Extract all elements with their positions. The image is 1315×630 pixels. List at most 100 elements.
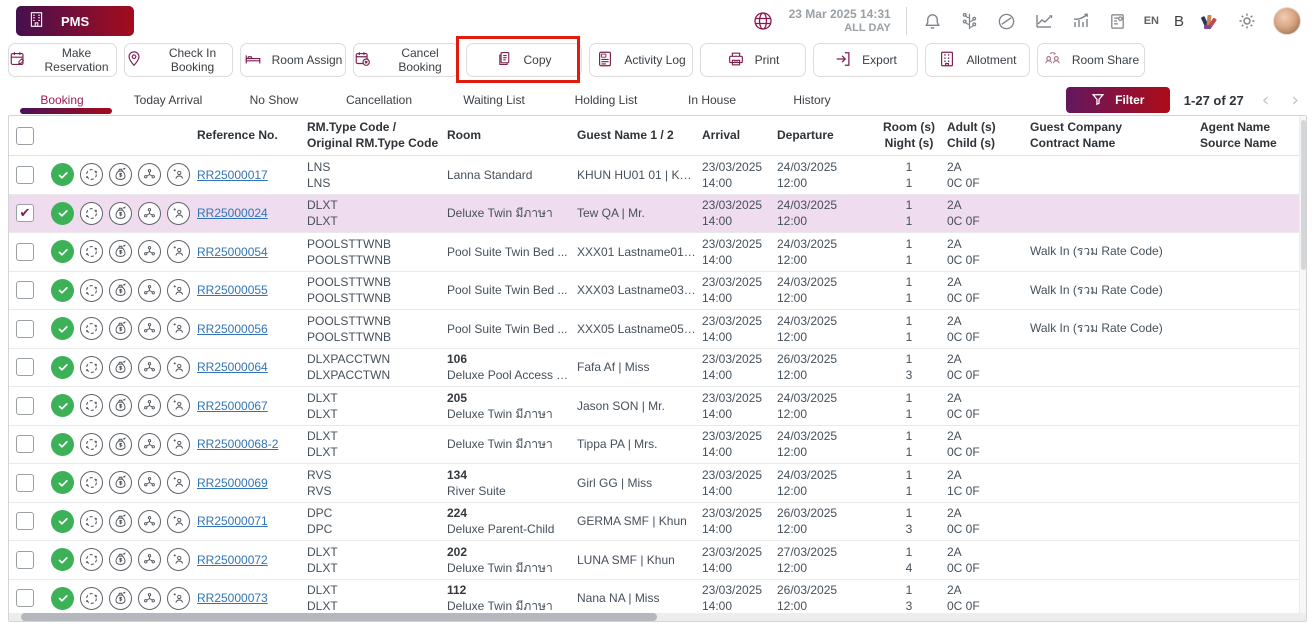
group-share-icon[interactable] (138, 471, 161, 494)
table-row[interactable]: RR25000017 LNS LNS Lanna Standard KHUN H… (9, 156, 1306, 195)
pms-home-button[interactable]: PMS (16, 6, 134, 36)
payment-money-icon[interactable] (109, 433, 132, 456)
reference-link[interactable]: RR25000073 (197, 591, 268, 605)
row-checkbox[interactable] (16, 358, 34, 376)
tab-today-arrival[interactable]: Today Arrival (108, 93, 228, 107)
group-share-icon[interactable] (138, 279, 161, 302)
row-checkbox[interactable] (16, 474, 34, 492)
bar-chart-icon[interactable] (1070, 10, 1092, 32)
row-checkbox[interactable] (16, 397, 34, 415)
row-checkbox[interactable] (16, 166, 34, 184)
pagination-prev-icon[interactable]: ‹ (1258, 91, 1274, 110)
sync-status-icon[interactable] (80, 163, 103, 186)
payment-money-icon[interactable] (109, 548, 132, 571)
group-share-icon[interactable] (138, 202, 161, 225)
table-row[interactable]: RR25000068-2 DLXT DLXT Deluxe Twin มีภาษ… (9, 426, 1306, 465)
room-assign-button[interactable]: Room Assign (240, 43, 346, 77)
table-row[interactable]: RR25000055 POOLSTTWNB POOLSTTWNB Pool Su… (9, 272, 1306, 311)
vertical-scrollbar[interactable] (1299, 116, 1306, 613)
status-confirmed-icon[interactable] (51, 240, 74, 263)
sync-status-icon[interactable] (80, 240, 103, 263)
payment-money-icon[interactable] (109, 394, 132, 417)
status-confirmed-icon[interactable] (51, 163, 74, 186)
status-confirmed-icon[interactable] (51, 548, 74, 571)
print-button[interactable]: Print (700, 43, 806, 77)
select-all-checkbox[interactable] (16, 127, 34, 145)
tab-no-show[interactable]: No Show (228, 93, 320, 107)
status-confirmed-icon[interactable] (51, 279, 74, 302)
reference-link[interactable]: RR25000054 (197, 245, 268, 259)
table-row[interactable]: RR25000024 DLXT DLXT Deluxe Twin มีภาษา … (9, 195, 1306, 234)
user-avatar[interactable] (1273, 7, 1301, 35)
vertical-scrollbar-thumb[interactable] (1301, 120, 1306, 270)
guest-assign-icon[interactable] (167, 202, 190, 225)
group-share-icon[interactable] (138, 240, 161, 263)
export-button[interactable]: Export (813, 43, 918, 77)
guest-assign-icon[interactable] (167, 279, 190, 302)
tab-waiting-list[interactable]: Waiting List (438, 93, 550, 107)
guest-assign-icon[interactable] (167, 548, 190, 571)
status-confirmed-icon[interactable] (51, 510, 74, 533)
table-row[interactable]: RR25000067 DLXT DLXT 205 Deluxe Twin มีภ… (9, 387, 1306, 426)
payment-money-icon[interactable] (109, 279, 132, 302)
sync-status-icon[interactable] (80, 202, 103, 225)
sync-status-icon[interactable] (80, 510, 103, 533)
row-checkbox[interactable] (16, 435, 34, 453)
status-confirmed-icon[interactable] (51, 394, 74, 417)
guest-assign-icon[interactable] (167, 510, 190, 533)
tab-history[interactable]: History (762, 93, 862, 107)
payment-money-icon[interactable] (109, 163, 132, 186)
copy-button[interactable]: Copy (466, 43, 582, 77)
row-checkbox[interactable] (16, 320, 34, 338)
reference-link[interactable]: RR25000017 (197, 168, 268, 182)
row-checkbox[interactable] (16, 204, 34, 222)
room-share-button[interactable]: Room Share (1037, 43, 1145, 77)
status-confirmed-icon[interactable] (51, 433, 74, 456)
guest-assign-icon[interactable] (167, 240, 190, 263)
notifications-bell-icon[interactable] (922, 10, 944, 32)
sync-status-icon[interactable] (80, 394, 103, 417)
sync-status-icon[interactable] (80, 433, 103, 456)
settings-gear-icon[interactable] (1236, 10, 1258, 32)
pagination-next-icon[interactable]: › (1287, 91, 1303, 110)
table-row[interactable]: RR25000056 POOLSTTWNB POOLSTTWNB Pool Su… (9, 310, 1306, 349)
horizontal-scrollbar[interactable] (9, 613, 1306, 621)
tab-in-house[interactable]: In House (662, 93, 762, 107)
guest-assign-icon[interactable] (167, 317, 190, 340)
tab-holding-list[interactable]: Holding List (550, 93, 662, 107)
guest-assign-icon[interactable] (167, 163, 190, 186)
group-share-icon[interactable] (138, 587, 161, 610)
network-tree-icon[interactable] (959, 10, 981, 32)
row-checkbox[interactable] (16, 512, 34, 530)
table-row[interactable]: RR25000072 DLXT DLXT 202 Deluxe Twin มีภ… (9, 541, 1306, 580)
globe-icon[interactable] (752, 10, 774, 32)
group-share-icon[interactable] (138, 548, 161, 571)
status-circle-icon[interactable] (996, 10, 1018, 32)
reference-link[interactable]: RR25000056 (197, 322, 268, 336)
guest-assign-icon[interactable] (167, 356, 190, 379)
status-confirmed-icon[interactable] (51, 587, 74, 610)
status-confirmed-icon[interactable] (51, 356, 74, 379)
table-row[interactable]: RR25000071 DPC DPC 224 Deluxe Parent-Chi… (9, 503, 1306, 542)
reference-link[interactable]: RR25000071 (197, 514, 268, 528)
check-in-booking-button[interactable]: Check In Booking (124, 43, 233, 77)
property-selector[interactable]: B (1174, 13, 1184, 30)
reference-link[interactable]: RR25000069 (197, 476, 268, 490)
theme-palette-icon[interactable] (1199, 10, 1221, 32)
reference-link[interactable]: RR25000055 (197, 283, 268, 297)
sync-status-icon[interactable] (80, 548, 103, 571)
allotment-button[interactable]: Allotment (925, 43, 1030, 77)
sync-status-icon[interactable] (80, 471, 103, 494)
payment-money-icon[interactable] (109, 240, 132, 263)
filter-button[interactable]: Filter (1066, 87, 1170, 113)
tab-cancellation[interactable]: Cancellation (320, 93, 438, 107)
guest-assign-icon[interactable] (167, 433, 190, 456)
cancel-booking-button[interactable]: Cancel Booking (353, 43, 459, 77)
payment-money-icon[interactable] (109, 202, 132, 225)
payment-money-icon[interactable] (109, 471, 132, 494)
payment-money-icon[interactable] (109, 587, 132, 610)
table-row[interactable]: RR25000054 POOLSTTWNB POOLSTTWNB Pool Su… (9, 233, 1306, 272)
sync-status-icon[interactable] (80, 317, 103, 340)
payment-money-icon[interactable] (109, 317, 132, 340)
status-confirmed-icon[interactable] (51, 471, 74, 494)
